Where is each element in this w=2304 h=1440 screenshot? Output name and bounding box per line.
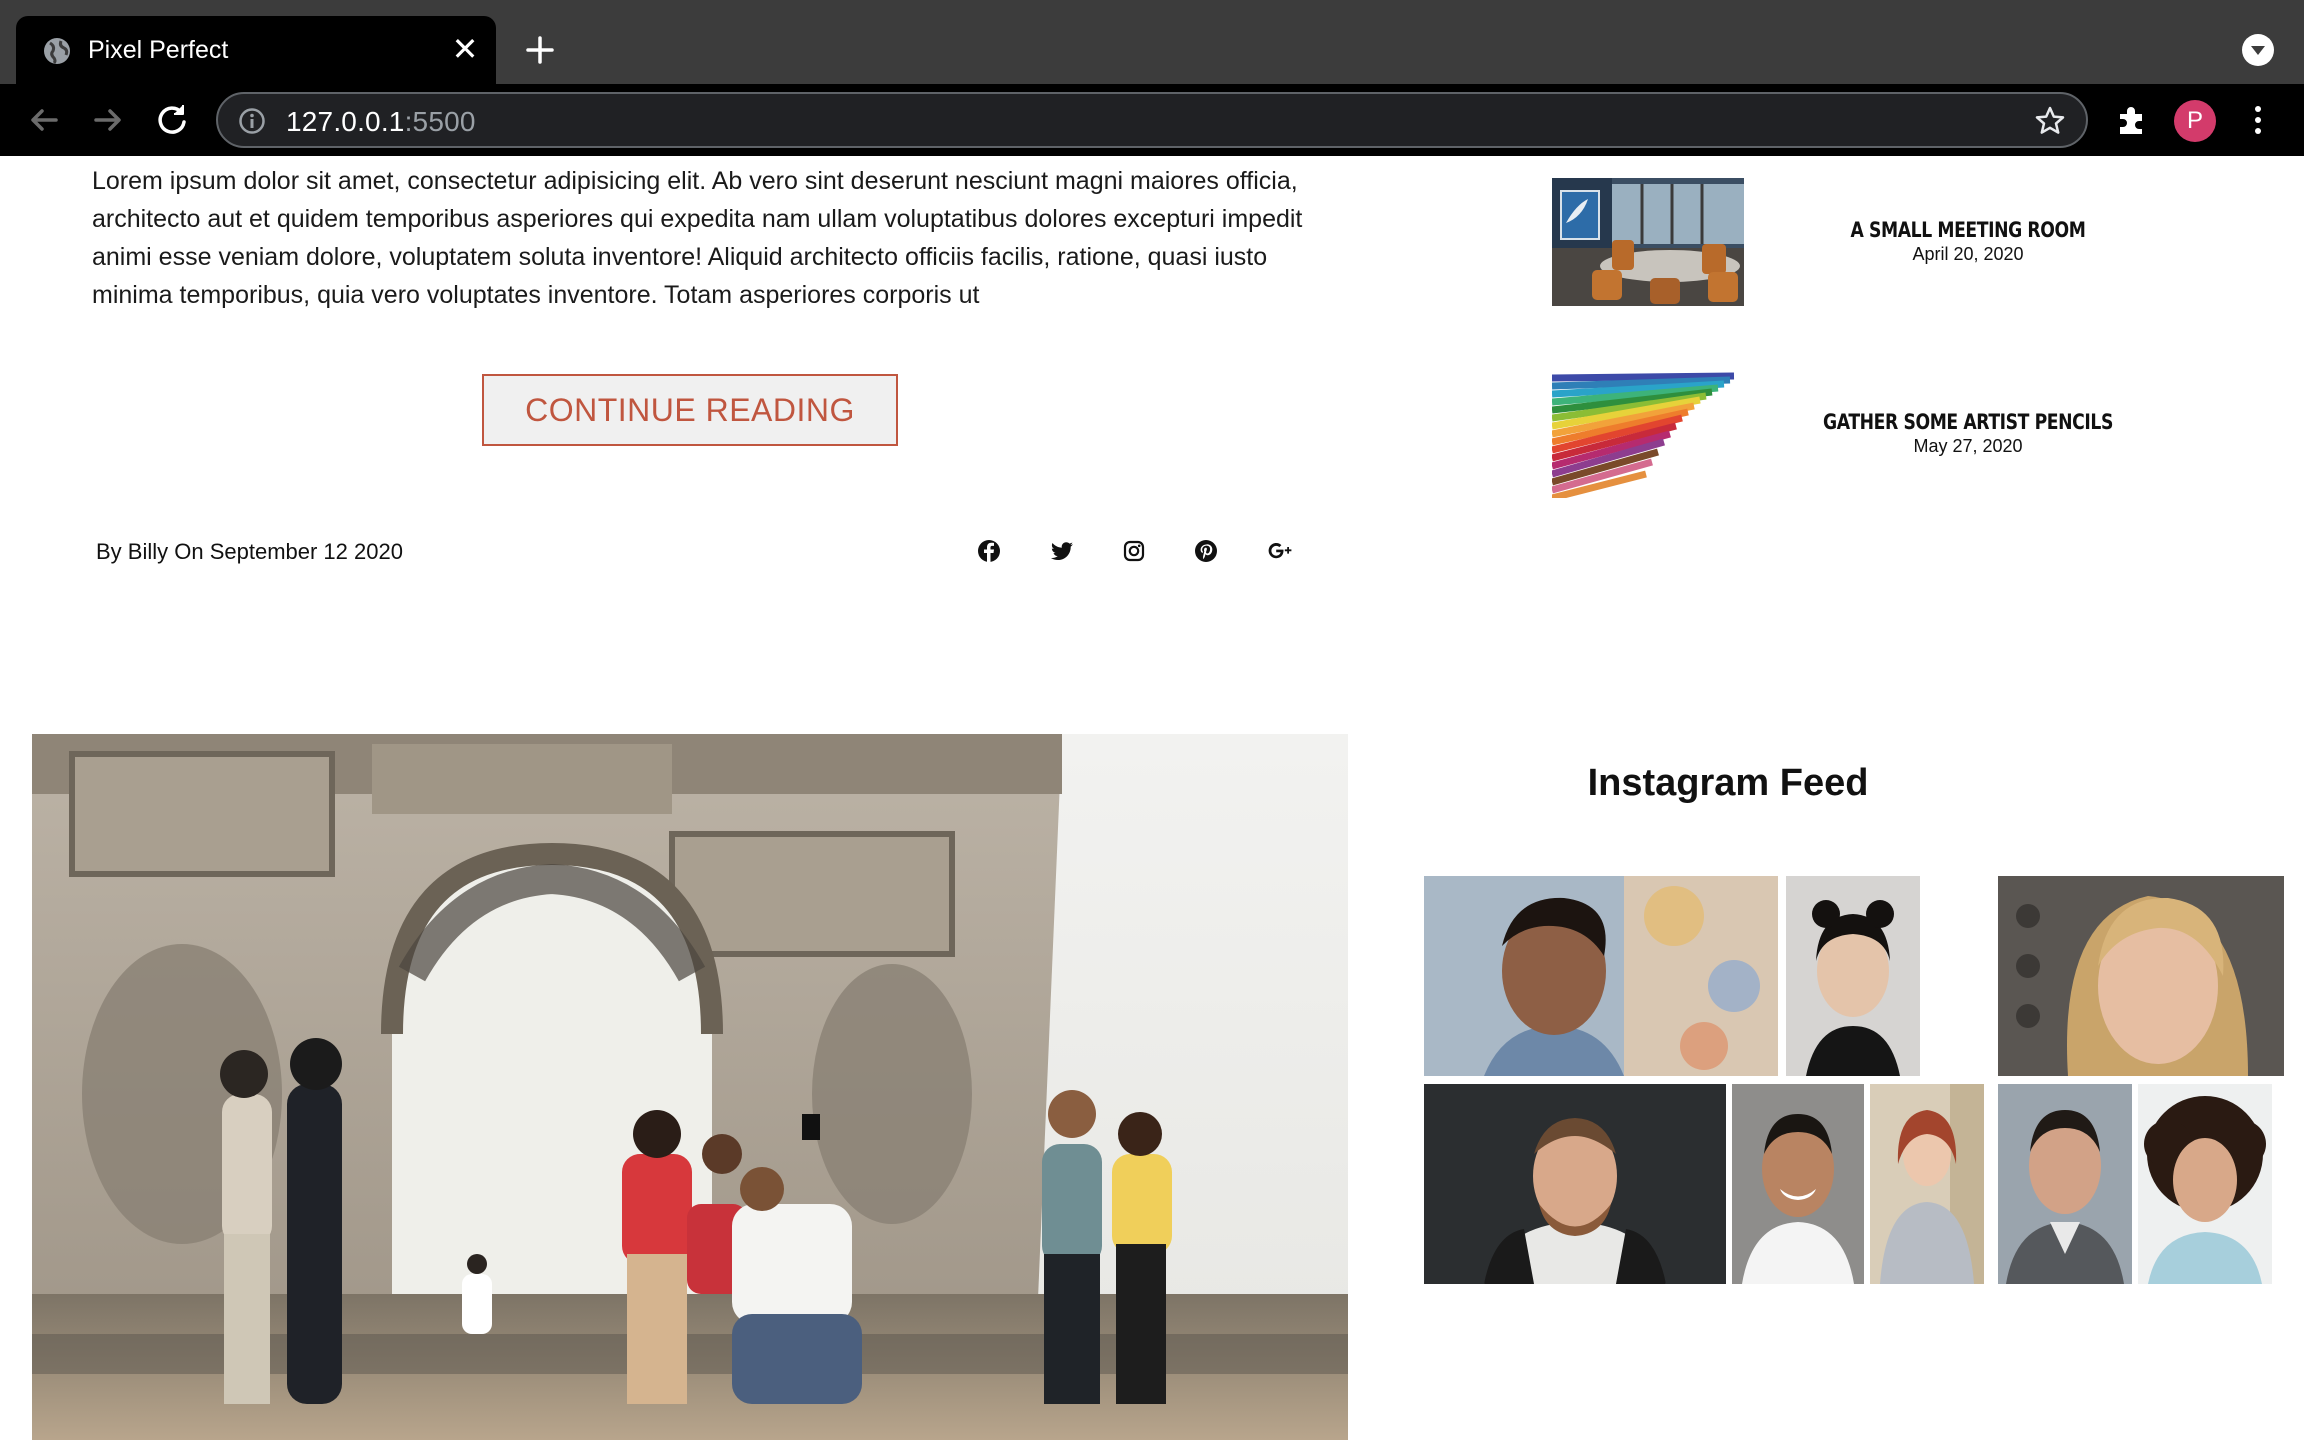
post-byline: By Billy On September 12 2020 (96, 539, 403, 564)
post-excerpt: Lorem ipsum dolor sit amet, consectetur … (92, 167, 1303, 309)
tab-title: Pixel Perfect (88, 36, 229, 64)
url-port: :5500 (404, 106, 476, 137)
instagram-photo[interactable] (2138, 1084, 2272, 1284)
forward-arrow-icon[interactable] (86, 98, 130, 142)
facebook-icon[interactable] (975, 537, 1003, 565)
recent-post-title[interactable]: A SMALL MEETING ROOM (1784, 218, 2151, 242)
recent-post-item[interactable]: A SMALL MEETING ROOM April 20, 2020 (1552, 178, 2192, 306)
more-menu-icon[interactable] (2246, 102, 2270, 138)
info-icon[interactable] (238, 107, 266, 135)
bookmark-star-icon[interactable] (2034, 105, 2066, 137)
address-bar[interactable]: 127.0.0.1:5500 (216, 92, 2088, 148)
recent-post-title[interactable]: GATHER SOME ARTIST PENCILS (1784, 410, 2151, 434)
google-plus-icon[interactable] (1266, 537, 1294, 565)
tab-strip: Pixel Perfect ✕ (0, 0, 2304, 84)
instagram-photo[interactable] (1870, 1084, 1984, 1284)
recent-post-item[interactable]: GATHER SOME ARTIST PENCILS May 27, 2020 (1552, 370, 2192, 498)
back-arrow-icon[interactable] (22, 98, 66, 142)
extensions-puzzle-icon[interactable] (2114, 102, 2150, 138)
recent-post-date: April 20, 2020 (1912, 244, 2024, 264)
instagram-photo[interactable] (1732, 1084, 1864, 1284)
page-viewport: Lorem ipsum dolor sit amet, consectetur … (0, 156, 2304, 1440)
recent-post-date: May 27, 2020 (1913, 436, 2023, 456)
twitter-icon[interactable] (1048, 537, 1076, 565)
url-host: 127.0.0.1 (286, 106, 405, 137)
instagram-photo[interactable] (1786, 876, 1920, 1076)
tab-search-icon[interactable] (2242, 34, 2274, 66)
browser-toolbar: 127.0.0.1:5500 P (0, 84, 2304, 156)
artist-pencils-thumbnail[interactable] (1552, 370, 1744, 498)
new-tab-icon[interactable] (520, 30, 560, 70)
instagram-feed-heading: Instagram Feed (1587, 762, 1869, 804)
instagram-icon[interactable] (1120, 537, 1148, 565)
instagram-photo[interactable] (1424, 876, 1778, 1076)
reload-icon[interactable] (150, 98, 194, 142)
url-text: 127.0.0.1:5500 (286, 106, 476, 138)
post-featured-image[interactable] (32, 734, 1348, 1440)
instagram-photo[interactable] (1998, 876, 2284, 1076)
instagram-photo[interactable] (1424, 1084, 1726, 1284)
continue-reading-button[interactable]: CONTINUE READING (482, 374, 898, 446)
browser-tab[interactable]: Pixel Perfect ✕ (16, 16, 496, 84)
close-tab-icon[interactable]: ✕ (448, 32, 482, 66)
instagram-photo[interactable] (1998, 1084, 2132, 1284)
profile-avatar[interactable]: P (2174, 100, 2216, 142)
globe-icon (44, 38, 70, 65)
pinterest-icon[interactable] (1192, 537, 1220, 565)
meeting-room-thumbnail[interactable] (1552, 178, 1744, 306)
